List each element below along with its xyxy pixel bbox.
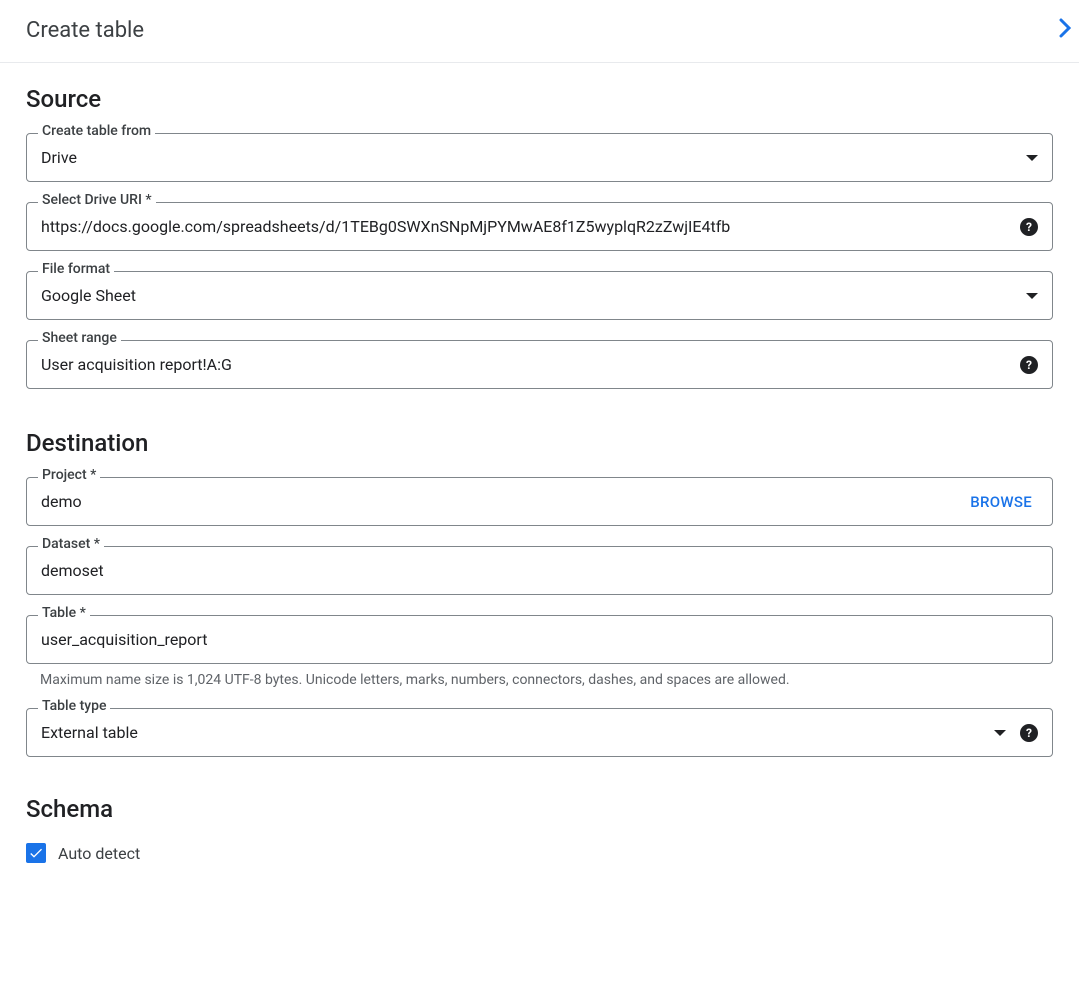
project-field: Project * BROWSE — [26, 477, 1053, 526]
checkmark-icon — [28, 845, 44, 861]
sheet-range-field: Sheet range ? — [26, 340, 1053, 389]
table-type-select[interactable]: External table ? — [26, 708, 1053, 757]
project-input[interactable] — [41, 492, 970, 511]
file-format-field: File format Google Sheet — [26, 271, 1053, 320]
dialog-title: Create table — [26, 18, 144, 43]
table-label: Table * — [38, 605, 90, 621]
dropdown-arrow-icon — [994, 730, 1006, 736]
drive-uri-field: Select Drive URI * ? — [26, 202, 1053, 251]
table-field: Table * — [26, 615, 1053, 664]
dataset-box — [26, 546, 1053, 595]
create-table-from-value: Drive — [41, 148, 1026, 167]
help-icon[interactable]: ? — [1020, 218, 1038, 236]
table-box — [26, 615, 1053, 664]
sheet-range-input[interactable] — [41, 355, 1020, 374]
file-format-select[interactable]: Google Sheet — [26, 271, 1053, 320]
table-input[interactable] — [41, 630, 1038, 649]
file-format-label: File format — [38, 261, 114, 277]
source-section-title: Source — [26, 85, 1053, 113]
destination-section: Destination Project * BROWSE Dataset * T… — [26, 429, 1053, 757]
auto-detect-label: Auto detect — [58, 844, 140, 863]
dialog-header: Create table — [0, 0, 1079, 63]
dataset-field: Dataset * — [26, 546, 1053, 595]
auto-detect-checkbox[interactable] — [26, 843, 46, 863]
table-type-value: External table — [41, 723, 994, 742]
sheet-range-label: Sheet range — [38, 330, 121, 346]
file-format-value: Google Sheet — [41, 286, 1026, 305]
dialog-content: Source Create table from Drive Select Dr… — [0, 63, 1079, 885]
table-helper-text: Maximum name size is 1,024 UTF-8 bytes. … — [26, 672, 1053, 688]
dataset-label: Dataset * — [38, 536, 104, 552]
expand-icon[interactable] — [1059, 16, 1073, 44]
drive-uri-label: Select Drive URI * — [38, 192, 156, 208]
auto-detect-row: Auto detect — [26, 843, 1053, 863]
table-type-field: Table type External table ? — [26, 708, 1053, 757]
table-type-label: Table type — [38, 698, 110, 714]
drive-uri-input[interactable] — [41, 217, 1020, 236]
help-icon[interactable]: ? — [1020, 724, 1038, 742]
destination-section-title: Destination — [26, 429, 1053, 457]
help-icon[interactable]: ? — [1020, 356, 1038, 374]
browse-button[interactable]: BROWSE — [970, 493, 1032, 511]
create-table-from-field: Create table from Drive — [26, 133, 1053, 182]
dataset-input[interactable] — [41, 561, 1038, 580]
create-table-from-label: Create table from — [38, 123, 155, 139]
sheet-range-box: ? — [26, 340, 1053, 389]
dropdown-arrow-icon — [1026, 155, 1038, 161]
schema-section: Schema Auto detect — [26, 795, 1053, 863]
drive-uri-box: ? — [26, 202, 1053, 251]
project-box: BROWSE — [26, 477, 1053, 526]
project-label: Project * — [38, 467, 100, 483]
dropdown-arrow-icon — [1026, 293, 1038, 299]
schema-section-title: Schema — [26, 795, 1053, 823]
create-table-from-select[interactable]: Drive — [26, 133, 1053, 182]
